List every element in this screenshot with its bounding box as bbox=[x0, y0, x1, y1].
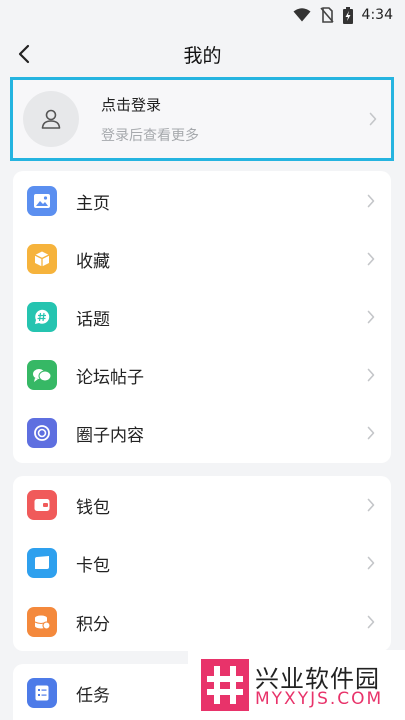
chevron-right-icon bbox=[367, 498, 375, 512]
wallet-icon bbox=[27, 490, 57, 520]
menu-item-points[interactable]: 积分 bbox=[13, 593, 391, 651]
chevron-left-icon bbox=[18, 44, 30, 64]
menu-item-label: 任务 bbox=[76, 685, 110, 706]
menu-item-label: 话题 bbox=[76, 309, 110, 330]
chevron-right-icon bbox=[367, 368, 375, 382]
chevron-right-icon bbox=[367, 556, 375, 570]
page-title: 我的 bbox=[183, 44, 222, 67]
menu-item-card-pack[interactable]: 卡包 bbox=[13, 534, 391, 592]
box-icon bbox=[27, 244, 57, 274]
hash-logo-icon bbox=[201, 659, 249, 711]
chevron-right-icon bbox=[367, 194, 375, 208]
back-button[interactable] bbox=[10, 40, 38, 68]
menu-item-circle-content[interactable]: 圈子内容 bbox=[13, 404, 391, 462]
menu-item-forum-posts[interactable]: 论坛帖子 bbox=[13, 346, 391, 404]
login-text: 点击登录 登录后查看更多 bbox=[101, 94, 199, 145]
no-sim-icon bbox=[319, 7, 334, 23]
chat-bubbles-icon bbox=[27, 360, 57, 390]
menu-item-topics[interactable]: 话题 bbox=[13, 288, 391, 346]
chevron-right-icon bbox=[367, 615, 375, 629]
menu-group-content: 主页 收藏 话题 论坛帖子 圈子内容 bbox=[13, 171, 391, 463]
login-subtitle: 登录后查看更多 bbox=[101, 127, 199, 144]
menu-item-label: 卡包 bbox=[76, 555, 110, 576]
coins-icon bbox=[27, 607, 57, 637]
menu-item-label: 积分 bbox=[76, 614, 110, 635]
user-icon bbox=[41, 109, 61, 129]
hashtag-icon bbox=[27, 302, 57, 332]
login-title: 点击登录 bbox=[101, 95, 162, 114]
menu-item-label: 收藏 bbox=[76, 251, 110, 272]
menu-item-label: 圈子内容 bbox=[76, 425, 144, 446]
wifi-icon bbox=[293, 8, 311, 22]
card-icon bbox=[27, 548, 57, 578]
login-card[interactable]: 点击登录 登录后查看更多 bbox=[10, 77, 394, 161]
task-list-icon bbox=[27, 678, 57, 708]
watermark: 兴业软件园 MYXYJS.COM bbox=[188, 650, 405, 720]
chevron-right-icon bbox=[367, 252, 375, 266]
menu-item-label: 主页 bbox=[76, 193, 110, 214]
menu-item-label: 论坛帖子 bbox=[76, 367, 144, 388]
status-time: 4:34 bbox=[361, 7, 393, 23]
circle-icon bbox=[27, 418, 57, 448]
avatar bbox=[23, 91, 79, 147]
watermark-url: MYXYJS.COM bbox=[255, 689, 384, 709]
chevron-right-icon bbox=[369, 112, 377, 126]
chevron-right-icon bbox=[367, 310, 375, 324]
image-icon bbox=[27, 186, 57, 216]
menu-item-homepage[interactable]: 主页 bbox=[13, 172, 391, 230]
menu-item-label: 钱包 bbox=[76, 497, 110, 518]
chevron-right-icon bbox=[367, 426, 375, 440]
menu-item-wallet[interactable]: 钱包 bbox=[13, 476, 391, 534]
battery-charging-icon bbox=[342, 6, 353, 24]
menu-item-favorites[interactable]: 收藏 bbox=[13, 230, 391, 288]
app-header: 我的 bbox=[0, 30, 405, 78]
menu-group-wallet: 钱包 卡包 积分 bbox=[13, 476, 391, 651]
status-bar: 4:34 bbox=[0, 0, 405, 30]
